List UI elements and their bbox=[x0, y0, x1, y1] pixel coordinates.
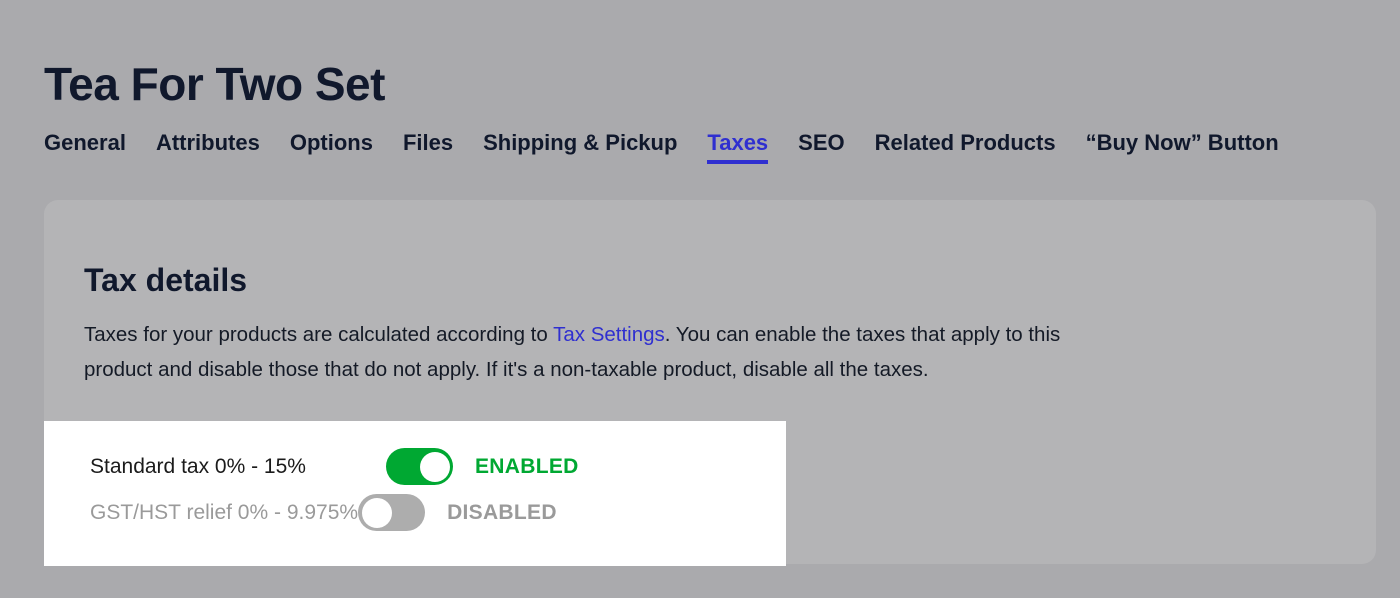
tab-taxes[interactable]: Taxes bbox=[707, 132, 768, 168]
tab-label: Shipping & Pickup bbox=[483, 130, 677, 155]
tab-label: Related Products bbox=[875, 130, 1056, 155]
tab-seo[interactable]: SEO bbox=[798, 132, 844, 168]
tax-settings-link[interactable]: Tax Settings bbox=[553, 323, 665, 346]
tax-rate-label: Standard tax 0% - 15% bbox=[90, 456, 386, 477]
tab-options[interactable]: Options bbox=[290, 132, 373, 168]
tab-shipping-and-pickup[interactable]: Shipping & Pickup bbox=[483, 132, 677, 168]
tab-label: SEO bbox=[798, 130, 844, 155]
tab-label: “Buy Now” Button bbox=[1086, 130, 1279, 155]
toggle-knob-icon bbox=[420, 452, 450, 482]
tab-label: Files bbox=[403, 130, 453, 155]
tab-label: Options bbox=[290, 130, 373, 155]
tab-related-products[interactable]: Related Products bbox=[875, 132, 1056, 168]
tax-rate-row-gst-hst-relief: GST/HST relief 0% - 9.975% DISABLED bbox=[90, 494, 557, 531]
tab-label: Attributes bbox=[156, 130, 260, 155]
gst-hst-relief-toggle[interactable] bbox=[358, 494, 425, 531]
gst-hst-relief-state-label: DISABLED bbox=[447, 502, 557, 523]
standard-tax-toggle[interactable] bbox=[386, 448, 453, 485]
page-title: Tea For Two Set bbox=[44, 59, 385, 110]
tab-general[interactable]: General bbox=[44, 132, 126, 168]
tax-rate-row-standard: Standard tax 0% - 15% ENABLED bbox=[90, 448, 579, 485]
active-tab-underline bbox=[707, 160, 768, 164]
tab-label: General bbox=[44, 130, 126, 155]
tab-buy-now-button[interactable]: “Buy Now” Button bbox=[1086, 132, 1279, 168]
standard-tax-state-label: ENABLED bbox=[475, 456, 579, 477]
tax-rate-label: GST/HST relief 0% - 9.975% bbox=[90, 502, 358, 523]
tax-rates-panel: Standard tax 0% - 15% ENABLED GST/HST re… bbox=[44, 421, 786, 566]
toggle-knob-icon bbox=[362, 498, 392, 528]
tab-files[interactable]: Files bbox=[403, 132, 453, 168]
tax-details-description: Taxes for your products are calculated a… bbox=[84, 317, 1064, 388]
description-text-before-link: Taxes for your products are calculated a… bbox=[84, 323, 553, 346]
tax-details-heading: Tax details bbox=[84, 263, 247, 298]
tab-label: Taxes bbox=[707, 130, 768, 155]
product-tabs: General Attributes Options Files Shippin… bbox=[44, 132, 1374, 180]
tab-attributes[interactable]: Attributes bbox=[156, 132, 260, 168]
